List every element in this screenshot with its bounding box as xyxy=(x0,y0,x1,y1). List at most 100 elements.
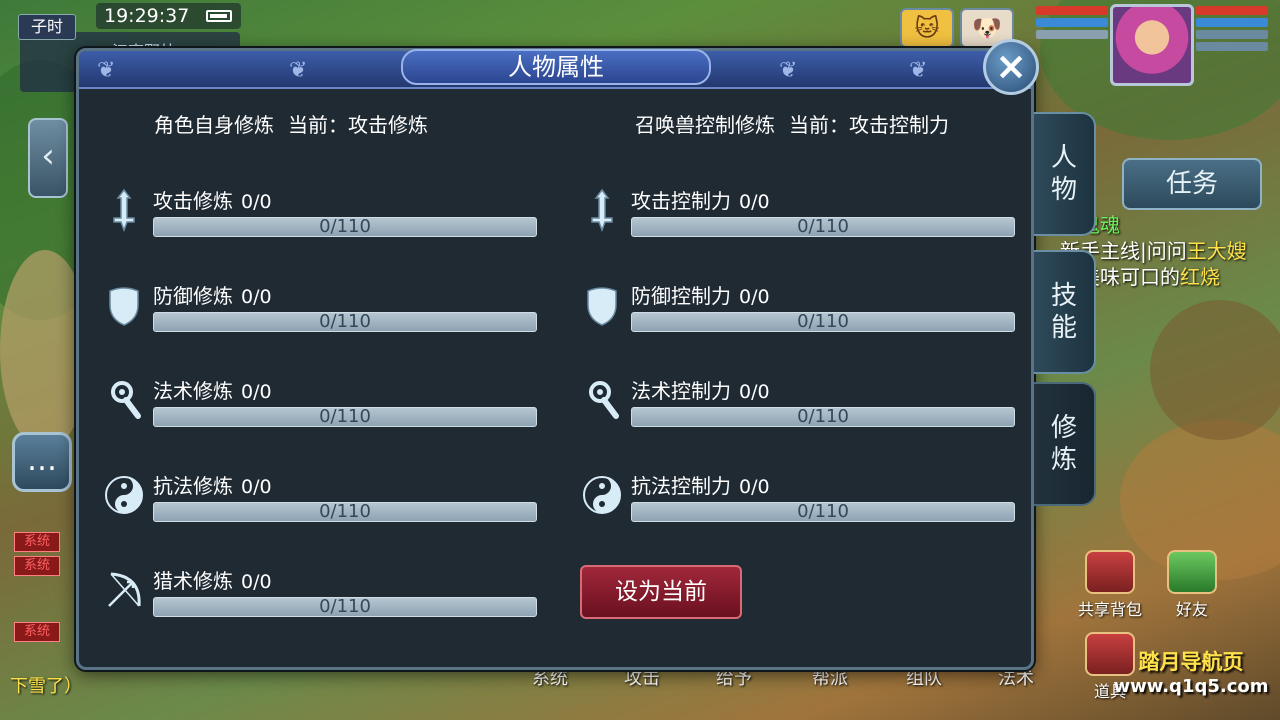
stat-row[interactable]: 攻击修炼 0/0 0/110 xyxy=(101,181,541,241)
scene-table xyxy=(1150,300,1280,440)
progress-bar: 0/110 xyxy=(153,597,537,617)
hp-bar xyxy=(1036,6,1108,15)
ornament-icon: ❦ xyxy=(289,58,308,83)
pet-control-current: 当前：攻击控制力 xyxy=(789,113,949,137)
friends-button[interactable]: 好友 xyxy=(1160,550,1224,620)
progress-text: 0/110 xyxy=(797,311,849,332)
stat-label: 攻击控制力 0/0 xyxy=(631,185,770,214)
stat-row[interactable]: 防御修炼 0/0 0/110 xyxy=(101,276,541,336)
mp-bar xyxy=(1036,18,1108,27)
stat-row[interactable]: 法术修炼 0/0 0/110 xyxy=(101,371,541,431)
collapse-arrow-icon[interactable]: ‹ xyxy=(28,118,68,198)
set-current-button[interactable]: 设为当前 xyxy=(580,565,742,619)
stat-label: 抗法控制力 0/0 xyxy=(631,470,770,499)
tab-label: 能 xyxy=(1050,313,1077,343)
progress-bar: 0/110 xyxy=(631,407,1015,427)
stat-row[interactable]: 抗法控制力 0/0 0/110 xyxy=(579,466,1019,526)
shared-bag-button[interactable]: 共享背包 xyxy=(1078,550,1142,620)
stat-value: 0/0 xyxy=(241,286,272,308)
self-training-label: 角色自身修炼 xyxy=(154,113,274,137)
pet-cat-icon[interactable]: 🐱 xyxy=(900,8,954,48)
stat-label: 猎术修炼 0/0 xyxy=(153,565,272,594)
system-tag: 系统 xyxy=(14,556,60,576)
progress-bar: 0/110 xyxy=(153,312,537,332)
stat-row[interactable]: 防御控制力 0/0 0/110 xyxy=(579,276,1019,336)
progress-text: 0/110 xyxy=(797,216,849,237)
stat-label: 攻击修炼 0/0 xyxy=(153,185,272,214)
close-icon[interactable]: × xyxy=(983,39,1039,95)
stat-row[interactable]: 抗法修炼 0/0 0/110 xyxy=(101,466,541,526)
progress-text: 0/110 xyxy=(797,406,849,427)
player-status-bars xyxy=(1196,6,1268,54)
progress-text: 0/110 xyxy=(797,501,849,522)
stat-row[interactable]: 攻击控制力 0/0 0/110 xyxy=(579,181,1019,241)
stat-name: 猎术修炼 xyxy=(153,569,233,593)
progress-bar: 0/110 xyxy=(631,217,1015,237)
hp-bar xyxy=(1196,6,1268,15)
dialog-title: 人物属性 xyxy=(401,49,711,85)
yin-yang-icon xyxy=(579,472,625,518)
tab-label: 修 xyxy=(1050,413,1077,443)
watermark-title: 踏月导航页 xyxy=(1138,650,1244,674)
stat-label: 防御控制力 0/0 xyxy=(631,280,770,309)
stat-name: 抗法控制力 xyxy=(631,474,731,498)
stat-value: 0/0 xyxy=(241,476,272,498)
system-tag: 系统 xyxy=(14,622,60,642)
progress-text: 0/110 xyxy=(319,406,371,427)
stat-label: 法术修炼 0/0 xyxy=(153,375,272,404)
progress-bar: 0/110 xyxy=(153,407,537,427)
progress-text: 0/110 xyxy=(319,216,371,237)
yin-yang-icon xyxy=(101,472,147,518)
player-avatar[interactable] xyxy=(1110,4,1194,86)
stat-value: 0/0 xyxy=(739,286,770,308)
progress-text: 0/110 xyxy=(319,501,371,522)
stat-name: 抗法修炼 xyxy=(153,474,233,498)
watermark: 踏月导航页 www.q1q5.com xyxy=(1106,646,1276,697)
shield-icon xyxy=(101,282,147,328)
shared-bag-label: 共享背包 xyxy=(1078,600,1143,619)
exp-bar xyxy=(1036,30,1108,39)
sword-icon xyxy=(101,187,147,233)
quest-npc: 王大嫂 xyxy=(1186,239,1247,263)
stat-value: 0/0 xyxy=(739,476,770,498)
chat-bubble-icon[interactable]: … xyxy=(12,432,72,492)
sword-icon xyxy=(579,187,625,233)
tab-training[interactable]: 修 炼 xyxy=(1034,382,1096,506)
pet-status-bars xyxy=(1036,6,1108,44)
stat-value: 0/0 xyxy=(739,381,770,403)
clock-time: 19:29:37 xyxy=(104,5,190,27)
tab-label: 人 xyxy=(1050,143,1077,173)
stat-name: 法术修炼 xyxy=(153,379,233,403)
stat-name: 防御修炼 xyxy=(153,284,233,308)
self-training-header: 角色自身修炼 当前：攻击修炼 xyxy=(154,109,428,138)
mp-bar xyxy=(1196,18,1268,27)
chest-icon xyxy=(1085,550,1135,594)
stat-name: 防御控制力 xyxy=(631,284,731,308)
time-period: 子时 xyxy=(18,14,76,40)
stat-row[interactable]: 法术控制力 0/0 0/110 xyxy=(579,371,1019,431)
stat-label: 法术控制力 0/0 xyxy=(631,375,770,404)
bow-icon xyxy=(101,567,147,613)
stat-name: 攻击修炼 xyxy=(153,189,233,213)
stat-value: 0/0 xyxy=(241,381,272,403)
stat-row[interactable]: 猎术修炼 0/0 0/110 xyxy=(101,561,541,621)
ornament-icon: ❦ xyxy=(909,58,928,83)
stat-value: 0/0 xyxy=(739,191,770,213)
tab-character[interactable]: 人 物 xyxy=(1034,112,1096,236)
stat-value: 0/0 xyxy=(241,191,272,213)
stat-label: 抗法修炼 0/0 xyxy=(153,470,272,499)
task-button[interactable]: 任务 xyxy=(1122,158,1262,210)
sp-bar xyxy=(1196,30,1268,39)
friends-label: 好友 xyxy=(1175,600,1208,619)
stat-name: 攻击控制力 xyxy=(631,189,731,213)
progress-bar: 0/110 xyxy=(631,312,1015,332)
self-training-current: 当前：攻击修炼 xyxy=(288,113,428,137)
quest-item: 红烧 xyxy=(1180,265,1220,289)
handshake-icon xyxy=(1167,550,1217,594)
battery-icon xyxy=(206,10,232,22)
exp-bar xyxy=(1196,42,1268,51)
tab-skills[interactable]: 技 能 xyxy=(1034,250,1096,374)
progress-text: 0/110 xyxy=(319,311,371,332)
tab-label: 物 xyxy=(1050,175,1077,205)
progress-text: 0/110 xyxy=(319,596,371,617)
